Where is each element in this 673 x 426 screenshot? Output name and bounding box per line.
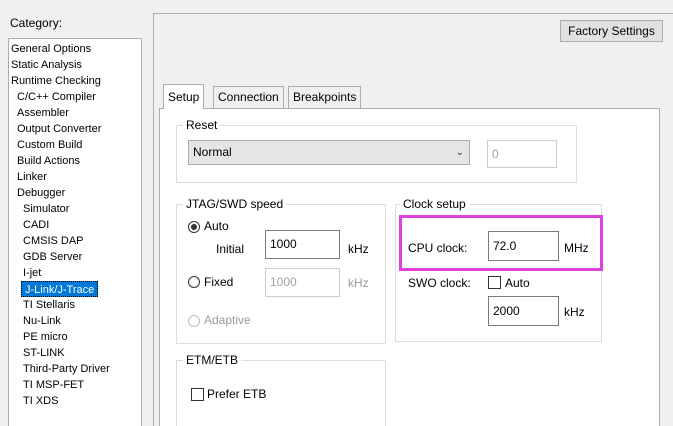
prefer-etb-label: Prefer ETB: [207, 387, 267, 401]
reset-select-value: Normal: [193, 145, 232, 159]
category-item-output-converter[interactable]: Output Converter: [17, 121, 101, 137]
category-item-ti-msp-fet[interactable]: TI MSP-FET: [23, 377, 84, 393]
category-item-debugger[interactable]: Debugger: [17, 185, 65, 201]
category-list[interactable]: General Options Static Analysis Runtime …: [8, 38, 142, 426]
adaptive-speed-radio[interactable]: [188, 315, 200, 327]
tab-connection[interactable]: Connection: [213, 86, 284, 108]
cpu-clock-input[interactable]: 72.0: [488, 231, 559, 261]
cpu-clock-label: CPU clock:: [408, 241, 468, 255]
fixed-speed-radio[interactable]: [188, 276, 200, 288]
tab-breakpoints[interactable]: Breakpoints: [288, 86, 362, 108]
swo-auto-checkbox[interactable]: [488, 276, 501, 289]
category-item-build-actions[interactable]: Build Actions: [17, 153, 80, 169]
adaptive-speed-label: Adaptive: [204, 313, 251, 327]
reset-delay-input[interactable]: 0: [487, 140, 557, 168]
category-item-linker[interactable]: Linker: [17, 169, 47, 185]
auto-speed-radio[interactable]: [188, 221, 200, 233]
category-label: Category:: [10, 16, 63, 30]
swo-auto-label: Auto: [505, 276, 530, 290]
swo-clock-unit: kHz: [564, 305, 585, 319]
category-item-st-link[interactable]: ST-LINK: [23, 345, 65, 361]
clock-setup-title: Clock setup: [400, 197, 469, 211]
factory-settings-button[interactable]: Factory Settings: [560, 20, 663, 42]
category-item-runtime-checking[interactable]: Runtime Checking: [11, 73, 101, 89]
category-item-cadi[interactable]: CADI: [23, 217, 49, 233]
cpu-clock-unit: MHz: [564, 241, 589, 255]
category-item-jlink-jtrace[interactable]: J-Link/J-Trace: [21, 281, 99, 297]
tab-setup[interactable]: Setup: [163, 84, 205, 109]
category-item-i-jet[interactable]: I-jet: [23, 265, 41, 281]
category-item-custom-build[interactable]: Custom Build: [17, 137, 82, 153]
swo-clock-input[interactable]: 2000: [488, 296, 559, 326]
prefer-etb-checkbox[interactable]: [191, 388, 204, 401]
category-item-static-analysis[interactable]: Static Analysis: [11, 57, 82, 73]
initial-speed-unit: kHz: [348, 242, 369, 256]
fixed-speed-label: Fixed: [204, 275, 234, 289]
category-item-nu-link[interactable]: Nu-Link: [23, 313, 61, 329]
swo-clock-label: SWO clock:: [408, 276, 471, 290]
reset-select[interactable]: Normal ⌄: [188, 140, 470, 165]
category-item-assembler[interactable]: Assembler: [17, 105, 69, 121]
fixed-speed-input[interactable]: 1000: [265, 268, 340, 297]
category-item-ti-xds[interactable]: TI XDS: [23, 393, 58, 409]
category-item-general-options[interactable]: General Options: [11, 41, 91, 57]
auto-speed-label: Auto: [204, 219, 229, 233]
jtag-swd-speed-title: JTAG/SWD speed: [183, 197, 287, 211]
category-item-pe-micro[interactable]: PE micro: [23, 329, 68, 345]
category-item-gdb-server[interactable]: GDB Server: [23, 249, 82, 265]
reset-group-title: Reset: [183, 118, 221, 132]
initial-speed-label: Initial: [216, 242, 245, 256]
category-item-cmsis-dap[interactable]: CMSIS DAP: [23, 233, 84, 249]
category-item-simulator[interactable]: Simulator: [23, 201, 69, 217]
chevron-down-icon: ⌄: [455, 147, 464, 158]
category-item-cpp-compiler[interactable]: C/C++ Compiler: [17, 89, 96, 105]
fixed-speed-unit: kHz: [348, 276, 369, 290]
etm-etb-title: ETM/ETB: [183, 353, 242, 367]
category-item-ti-stellaris[interactable]: TI Stellaris: [23, 297, 75, 313]
category-item-third-party-driver[interactable]: Third-Party Driver: [23, 361, 110, 377]
initial-speed-input[interactable]: 1000: [265, 230, 340, 259]
